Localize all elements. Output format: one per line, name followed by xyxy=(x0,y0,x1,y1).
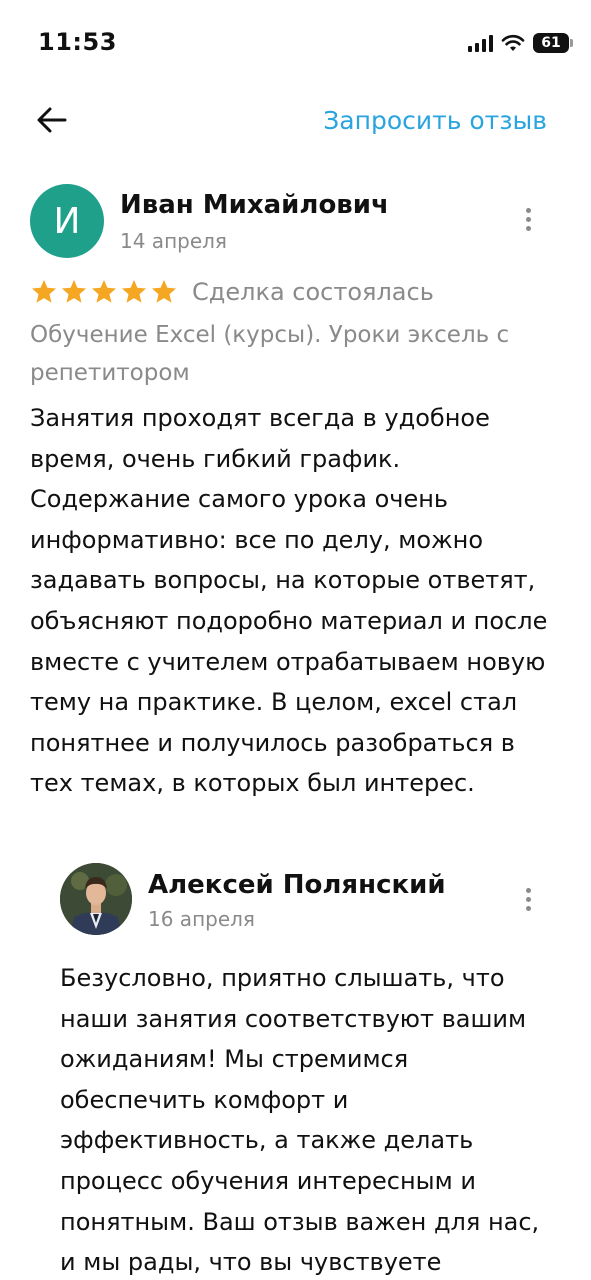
reply-author: Алексей Полянский xyxy=(148,870,446,900)
deal-status: Сделка состоялась xyxy=(192,278,434,306)
review-author: Иван Михайлович xyxy=(120,190,389,220)
status-bar: 11:53 61 xyxy=(0,0,591,88)
star-icon xyxy=(121,279,147,303)
review-page: 11:53 61 Запросить отзыв И Иван Михайлов… xyxy=(0,0,591,1280)
back-button[interactable] xyxy=(32,100,72,140)
battery-level: 61 xyxy=(541,35,561,51)
reply-date: 16 апреля xyxy=(148,907,255,931)
star-icon xyxy=(151,279,177,303)
avatar: И xyxy=(30,184,104,258)
star-icon xyxy=(61,279,87,303)
review-date: 14 апреля xyxy=(120,229,227,253)
battery-icon: 61 xyxy=(533,33,573,53)
status-time: 11:53 xyxy=(38,28,117,56)
status-icons: 61 xyxy=(468,32,573,54)
star-icon xyxy=(91,279,117,303)
review-text: Занятия проходят всегда в удобное время,… xyxy=(30,404,548,798)
reply-text: Безусловно, приятно слышать, что наши за… xyxy=(60,964,540,1277)
service-name[interactable]: Обучение Excel (курсы). Уроки эксель с р… xyxy=(30,316,570,392)
rating-row: Сделка состоялась xyxy=(30,276,434,308)
wifi-icon xyxy=(501,34,525,51)
person-photo-icon xyxy=(60,863,132,935)
arrow-left-icon xyxy=(37,107,67,133)
reply-avatar xyxy=(60,863,132,935)
signal-icon xyxy=(468,34,493,52)
more-options-icon[interactable] xyxy=(518,204,538,238)
top-nav: Запросить отзыв xyxy=(0,92,591,152)
request-review-button[interactable]: Запросить отзыв xyxy=(323,106,547,135)
star-icon xyxy=(31,279,57,303)
more-options-icon[interactable] xyxy=(518,884,538,918)
